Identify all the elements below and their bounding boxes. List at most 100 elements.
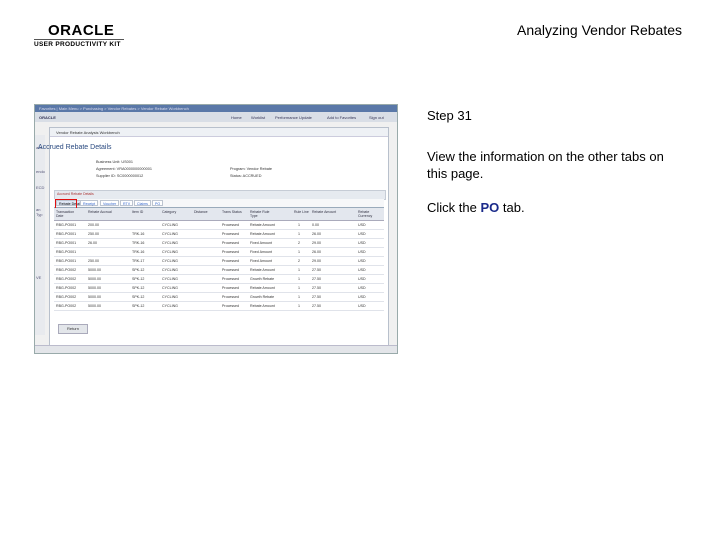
table-cell: 26.00 [312, 232, 321, 236]
table-row[interactable]: RBG-PO001 26.00 TRK-16 CYCLING Processed Fixe… [54, 239, 384, 248]
table-cell: USD [358, 277, 366, 281]
col-header: Rebate Accrual [88, 210, 112, 214]
nav-link-home[interactable]: Home [231, 115, 242, 120]
table-cell: USD [358, 250, 366, 254]
table-cell: CYCLING [162, 250, 178, 254]
table-cell: 5000.00 [88, 286, 101, 290]
table-cell: Processed [222, 304, 239, 308]
table-cell: USD [358, 268, 366, 272]
table-row[interactable]: RBG-PO002 5000.00 SPK-12 CYCLING Processed Re… [54, 302, 384, 311]
table-cell: CYCLING [162, 223, 178, 227]
table-cell: RBG-PO001 [56, 223, 77, 227]
left-menu-strip: ata endo ECD an Typ VE [35, 135, 45, 335]
col-header: Transaction Date [56, 210, 75, 218]
logo-word: ORACLE [48, 22, 115, 39]
tab-strip: Rebate Details Receipt Voucher RTV Claim… [54, 199, 384, 209]
table-cell: CYCLING [162, 232, 178, 236]
nav-link-signout[interactable]: Sign out [369, 115, 384, 120]
application-screenshot: Favorites | Main Menu > Purchasing > Ven… [34, 104, 398, 354]
table-cell: USD [358, 223, 366, 227]
horizontal-scrollbar[interactable] [35, 345, 397, 353]
table-cell: Processed [222, 277, 239, 281]
accrued-rebate-heading: Accrued Rebate Details [38, 144, 112, 151]
table-row[interactable]: RBG-PO002 5000.00 SPK-12 CYCLING Processed Gr… [54, 293, 384, 302]
table-cell: 250.00 [88, 259, 99, 263]
table-cell: 1 [298, 223, 300, 227]
action-target: PO [480, 200, 500, 215]
header-field: Agreement: VRA0000000000001 [96, 167, 152, 171]
table-cell: Growth Rebate [250, 295, 275, 299]
table-cell: SPK-12 [132, 286, 145, 290]
table-cell: TRK-16 [132, 250, 145, 254]
table-cell: CYCLING [162, 277, 178, 281]
table-cell: 5000.00 [88, 304, 101, 308]
table-row[interactable]: RBG-PO001 250.00 TRK-16 CYCLING Processed Reb… [54, 230, 384, 239]
table-cell: CYCLING [162, 286, 178, 290]
header-field: Program: Vendor Rebate [230, 167, 273, 171]
table-cell: 27.50 [312, 304, 321, 308]
table-cell: CYCLING [162, 241, 178, 245]
table-cell: USD [358, 286, 366, 290]
table-row[interactable]: RBG-PO001 TRK-16 CYCLING Processed Fixed Amo… [54, 248, 384, 257]
table-cell: Processed [222, 286, 239, 290]
tab-receipt[interactable]: Receipt [80, 200, 99, 206]
table-cell: Rebate Amount [250, 286, 275, 290]
table-cell: 5000.00 [88, 268, 101, 272]
app-nav-bar: ORACLE Home Worklist Performance Update … [35, 112, 397, 122]
table-cell: Rebate Amount [250, 223, 275, 227]
window-titlebar: Vendor Rebate Analysis Workbench [50, 128, 388, 137]
table-cell: RBG-PO002 [56, 295, 77, 299]
col-header: Trans Status [222, 210, 242, 214]
table-cell: TRK-16 [132, 232, 145, 236]
table-row[interactable]: RBG-PO002 5000.00 SPK-12 CYCLING Processed Re… [54, 284, 384, 293]
table-cell: USD [358, 295, 366, 299]
nav-link-favorites[interactable]: Add to Favorites [327, 115, 356, 120]
col-header: Item ID [132, 210, 144, 214]
nav-link-performance[interactable]: Performance Update [275, 115, 312, 120]
col-header: Category [162, 210, 177, 214]
table-cell: Processed [222, 250, 239, 254]
table-cell: 0.00 [312, 223, 319, 227]
table-row[interactable]: RBG-PO001 200.00 CYCLING Processed Rebate Am… [54, 221, 384, 230]
table-row[interactable]: RBG-PO002 5000.00 SPK-12 CYCLING Processed Gr… [54, 275, 384, 284]
table-cell: 27.50 [312, 286, 321, 290]
step-description: View the information on the other tabs o… [427, 149, 664, 181]
table-cell: CYCLING [162, 259, 178, 263]
table-cell: 29.00 [312, 241, 321, 245]
app-breadcrumb: Favorites | Main Menu > Purchasing > Ven… [39, 106, 189, 111]
table-cell: 2 [298, 259, 300, 263]
header-field: Supplier ID: SC0000000012 [96, 174, 144, 178]
tab-voucher[interactable]: Voucher [100, 200, 120, 206]
nav-link-worklist[interactable]: Worklist [251, 115, 265, 120]
table-cell: CYCLING [162, 295, 178, 299]
table-cell: 26.00 [312, 250, 321, 254]
table-cell: Processed [222, 259, 239, 263]
tab-claims[interactable]: Claims [134, 200, 151, 206]
col-header: Rebate Currency [358, 210, 373, 218]
table-row[interactable]: RBG-PO002 5000.00 SPK-12 CYCLING Processed Re… [54, 266, 384, 275]
grid-header: Transaction Date Rebate Accrual Item ID … [54, 208, 384, 221]
tab-rtv[interactable]: RTV [120, 200, 134, 206]
step-number: Step 31 [427, 108, 472, 123]
table-cell: 27.50 [312, 268, 321, 272]
table-cell: 1 [298, 286, 300, 290]
table-cell: 29.00 [312, 259, 321, 263]
tab-po[interactable]: PO [152, 200, 164, 206]
table-cell: CYCLING [162, 268, 178, 272]
table-cell: RBG-PO001 [56, 259, 77, 263]
table-cell: Fixed Amount [250, 241, 272, 245]
table-cell: Processed [222, 295, 239, 299]
return-button[interactable]: Return [58, 324, 88, 334]
table-row[interactable]: RBG-PO001 250.00 TRK-17 CYCLING Processed Fix… [54, 257, 384, 266]
col-header: Distance [194, 210, 208, 214]
table-cell: 1 [298, 250, 300, 254]
page-title: Analyzing Vendor Rebates [517, 22, 682, 38]
table-cell: 27.50 [312, 295, 321, 299]
table-cell: RBG-PO001 [56, 241, 77, 245]
logo-subtitle: USER PRODUCTIVITY KIT [34, 41, 121, 48]
table-cell: Rebate Amount [250, 268, 275, 272]
table-cell: USD [358, 259, 366, 263]
table-cell: 200.00 [88, 223, 99, 227]
table-cell: Fixed Amount [250, 259, 272, 263]
table-cell: RBG-PO001 [56, 250, 77, 254]
